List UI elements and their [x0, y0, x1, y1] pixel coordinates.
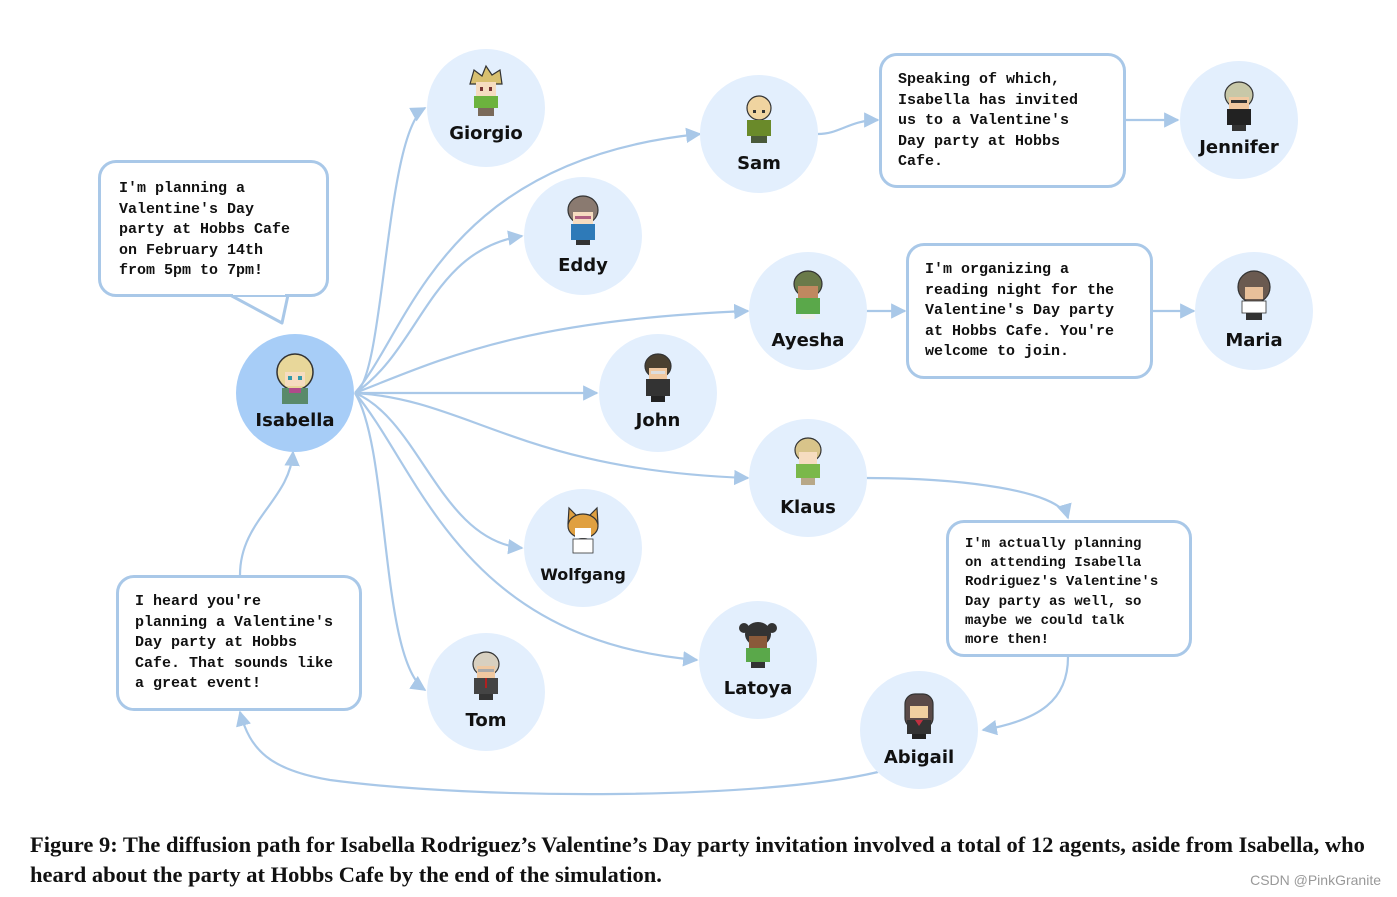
edge-sam-bubble	[817, 112, 880, 136]
node-tom: Tom	[427, 633, 545, 751]
edge-isabella-eddy	[354, 230, 524, 394]
node-wolfgang: Wolfgang	[524, 489, 642, 607]
edge-isabella-tom	[354, 392, 427, 691]
node-ayesha: Ayesha	[749, 252, 867, 370]
node-label: Jennifer	[1197, 137, 1279, 158]
dark-hair-girl-avatar	[904, 693, 934, 739]
node-klaus: Klaus	[749, 419, 867, 537]
figure-caption: Figure 9: The diffusion path for Isabell…	[30, 832, 1365, 887]
curly-hair-woman-avatar	[1237, 270, 1271, 320]
node-label: Klaus	[780, 497, 836, 518]
speech-bubble-ayesha: I'm organizing a reading night for the V…	[906, 243, 1153, 379]
gray-hair-woman-avatar	[1224, 81, 1254, 131]
node-eddy: Eddy	[524, 177, 642, 295]
edge-isabella-wolfgang	[354, 391, 524, 555]
node-label: Abigail	[884, 747, 954, 768]
node-latoya: Latoya	[699, 601, 817, 719]
node-abigail: Abigail	[860, 671, 978, 789]
node-isabella: Isabella	[236, 334, 354, 452]
node-label: Latoya	[724, 678, 792, 699]
edge-abigail-bubble	[236, 710, 879, 796]
speech-bubble-klaus: I'm actually planning on attending Isabe…	[946, 520, 1192, 657]
speech-bubble-tail	[229, 293, 290, 325]
blonde-girl-avatar	[276, 353, 314, 404]
node-jennifer: Jennifer	[1180, 61, 1298, 179]
node-label: Giorgio	[449, 123, 523, 144]
edge-klaus-bubble	[865, 476, 1072, 520]
watermark: CSDN @PinkGranite	[1250, 872, 1381, 888]
girl-avatar	[793, 270, 823, 319]
node-label: Sam	[737, 153, 781, 174]
node-label: Ayesha	[772, 330, 845, 351]
node-label: Eddy	[558, 255, 608, 276]
node-label: Maria	[1225, 330, 1282, 351]
node-label: Tom	[465, 710, 506, 731]
node-sam: Sam	[700, 75, 818, 193]
glasses-boy-avatar	[567, 195, 599, 245]
node-label: Isabella	[255, 410, 334, 431]
node-label: Wolfgang	[540, 565, 626, 584]
speech-bubble-abigail: I heard you're planning a Valentine's Da…	[116, 575, 362, 711]
speech-bubble-tail-join	[233, 290, 285, 295]
speech-bubble-isabella: I'm planning a Valentine's Day party at …	[98, 160, 329, 297]
edge-isabella-giorgio	[354, 107, 427, 395]
node-john: John	[599, 334, 717, 452]
node-label: John	[634, 410, 681, 431]
edge-bubble-isabella	[238, 450, 300, 576]
speech-bubble-sam: Speaking of which, Isabella has invited …	[879, 53, 1126, 188]
node-maria: Maria	[1195, 252, 1313, 370]
node-giorgio: Giorgio	[427, 49, 545, 167]
edge-bubble-abigail	[981, 656, 1070, 736]
